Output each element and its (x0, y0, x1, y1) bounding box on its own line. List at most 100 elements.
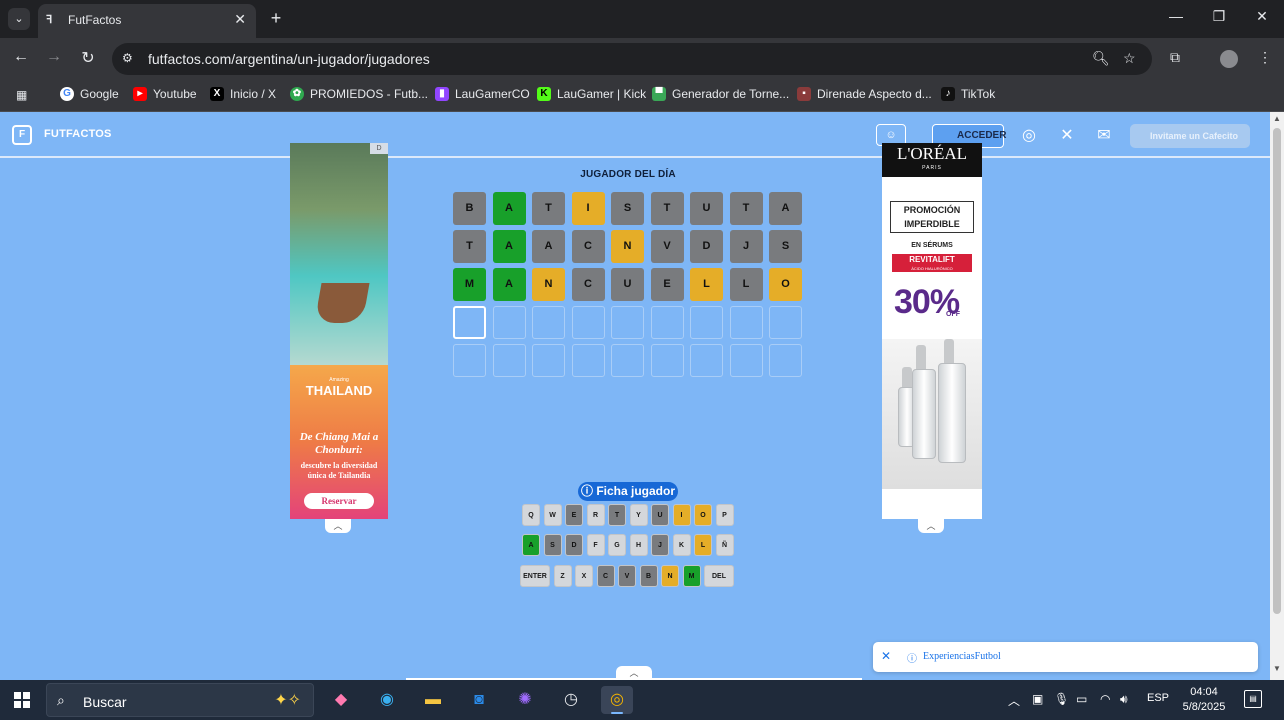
futfactos-logo-icon[interactable]: F (12, 125, 32, 145)
tray-expand-icon[interactable]: ︿ (1008, 692, 1020, 709)
tab-search-button[interactable]: ⌄ (8, 8, 30, 30)
microphone-icon[interactable]: 🎙︎ (1054, 692, 1069, 706)
restore-icon[interactable]: ❐ (1207, 8, 1231, 25)
clock-app-icon[interactable]: ◷ (555, 686, 587, 714)
scroll-thumb[interactable] (1273, 128, 1281, 614)
scroll-down-icon[interactable]: ▼ (1273, 664, 1281, 673)
chrome-icon[interactable]: ◎ (601, 686, 633, 714)
ad-loreal[interactable]: L'ORÉAL PARIS PROMOCIÓN IMPERDIBLE EN SÉ… (882, 143, 982, 519)
ad-photo (290, 143, 388, 365)
site-logo-text[interactable]: FUTFACTOS (44, 128, 112, 140)
wifi-icon[interactable]: ◠ (1100, 692, 1110, 706)
windows-start-icon[interactable] (14, 692, 30, 708)
key-p[interactable]: P (715, 504, 734, 526)
key-o[interactable]: O (694, 504, 712, 526)
ad-left-collapse-button[interactable]: ︿ (325, 519, 351, 533)
cafecito-button[interactable]: Invitame un Cafecito (1130, 124, 1250, 148)
browser-menu-icon[interactable]: ⋮ (1258, 49, 1272, 66)
board-cell: C (571, 230, 605, 263)
close-notification-icon[interactable]: ✕ (881, 649, 891, 663)
key-u[interactable]: U (651, 504, 669, 526)
key-s[interactable]: S (543, 534, 562, 556)
key-j[interactable]: J (651, 534, 669, 556)
key-b[interactable]: B (639, 565, 658, 587)
ad-right-collapse-button[interactable]: ︿ (918, 519, 944, 533)
key-t[interactable]: T (608, 504, 626, 526)
key-k[interactable]: K (672, 534, 691, 556)
notification-text[interactable]: ExperienciasFutbol (923, 651, 1001, 662)
reload-icon[interactable]: ↻ (77, 48, 99, 68)
key-a[interactable]: A (522, 534, 540, 556)
zoom-icon[interactable]: 🔍︎ (1092, 50, 1110, 67)
bookmark-kick[interactable]: K LauGamer | Kick (537, 87, 646, 101)
taskbar-search[interactable]: ⌕ Buscar ✦✧ (46, 683, 314, 717)
bookmark-promiedos[interactable]: ✿ PROMIEDOS - Futb... (290, 87, 428, 101)
ad-reservar-button[interactable]: Reservar (304, 493, 374, 509)
close-tab-icon[interactable]: ✕ (234, 11, 246, 28)
key-ñ[interactable]: Ñ (715, 534, 734, 556)
notification-banner[interactable]: ✕ ⓘ ExperienciasFutbol (873, 642, 1258, 672)
instagram-icon[interactable]: ◎ (1019, 125, 1039, 145)
key-enter[interactable]: ENTER (520, 565, 550, 587)
bookmark-google[interactable]: G Google (60, 87, 119, 101)
close-window-icon[interactable]: ✕ (1250, 8, 1274, 25)
app-star-icon[interactable]: ✺ (509, 686, 541, 714)
apps-grid-icon[interactable]: ▦ (16, 88, 27, 102)
bookmark-x[interactable]: X Inicio / X (210, 87, 276, 101)
bottom-ad-expand-button[interactable]: ︿ (616, 666, 652, 680)
ad-choices-badge[interactable]: D (370, 143, 388, 154)
key-l[interactable]: L (694, 534, 712, 556)
key-z[interactable]: Z (553, 565, 572, 587)
outlook-icon[interactable]: ◙ (463, 686, 495, 714)
minimize-icon[interactable]: — (1164, 8, 1188, 24)
site-settings-icon[interactable]: ⚙ (122, 51, 133, 65)
bookmark-youtube[interactable]: ▸ Youtube (133, 87, 197, 101)
notification-center-icon[interactable]: ▤ (1244, 690, 1262, 708)
back-icon[interactable]: ← (10, 48, 32, 66)
ad-thailand[interactable]: Amazing THAILAND De Chiang Mai a Chonbur… (290, 143, 388, 519)
windows-taskbar: ⌕ Buscar ✦✧ ◆ ◉ ▬ ◙ ✺ ◷ ◎ ︿ ▣ 🎙︎ ▭ ◠ 🔊︎ … (0, 680, 1284, 720)
bookmark-direnade[interactable]: ▪ Direnade Aspecto d... (797, 87, 932, 101)
key-x[interactable]: X (575, 565, 593, 587)
battery-icon[interactable]: ▭ (1076, 692, 1087, 706)
key-q[interactable]: Q (522, 504, 540, 526)
profile-avatar[interactable] (1220, 50, 1238, 68)
key-n[interactable]: N (661, 565, 679, 587)
volume-icon[interactable]: 🔊︎ (1120, 692, 1128, 707)
x-social-icon[interactable]: ✕ (1057, 125, 1077, 145)
board-cell-empty (571, 344, 605, 377)
tray-device-icon[interactable]: ▣ (1032, 692, 1043, 706)
ficha-jugador-button[interactable]: ⓘ Ficha jugador (578, 482, 678, 501)
key-i[interactable]: I (672, 504, 691, 526)
bookmark-twitch[interactable]: ▮ LauGamerCO (435, 87, 530, 101)
key-m[interactable]: M (682, 565, 701, 587)
copilot-icon[interactable]: ◆ (325, 686, 357, 714)
mail-icon[interactable]: ✉ (1094, 125, 1114, 145)
extensions-icon[interactable]: ⧉ (1170, 49, 1180, 66)
forward-icon[interactable]: → (43, 48, 65, 66)
page-scrollbar[interactable]: ▲ ▼ (1270, 112, 1284, 680)
address-bar[interactable]: ⚙ futfactos.com/argentina/un-jugador/jug… (112, 43, 1152, 75)
bookmark-generador[interactable]: ▀ Generador de Torne... (652, 87, 789, 101)
language-indicator[interactable]: ESP (1147, 692, 1169, 704)
key-f[interactable]: F (586, 534, 605, 556)
key-c[interactable]: C (596, 565, 615, 587)
bookmark-tiktok[interactable]: ♪ TikTok (941, 87, 995, 101)
file-explorer-icon[interactable]: ▬ (417, 686, 449, 714)
key-y[interactable]: Y (629, 504, 648, 526)
bookmark-star-icon[interactable]: ☆ (1123, 50, 1136, 67)
new-tab-button[interactable]: + (266, 8, 286, 28)
key-h[interactable]: H (629, 534, 648, 556)
edge-icon[interactable]: ◉ (371, 686, 403, 714)
key-del[interactable]: DEL (704, 565, 734, 587)
scroll-up-icon[interactable]: ▲ (1273, 114, 1281, 123)
key-w[interactable]: W (543, 504, 562, 526)
key-d[interactable]: D (565, 534, 583, 556)
browser-tab[interactable]: ꟻ FutFactos ✕ (38, 4, 256, 38)
key-v[interactable]: V (618, 565, 636, 587)
key-g[interactable]: G (608, 534, 626, 556)
key-e[interactable]: E (565, 504, 583, 526)
url-text[interactable]: futfactos.com/argentina/un-jugador/jugad… (148, 51, 430, 67)
key-r[interactable]: R (586, 504, 605, 526)
taskbar-clock[interactable]: 04:04 5/8/2025 (1176, 685, 1232, 715)
